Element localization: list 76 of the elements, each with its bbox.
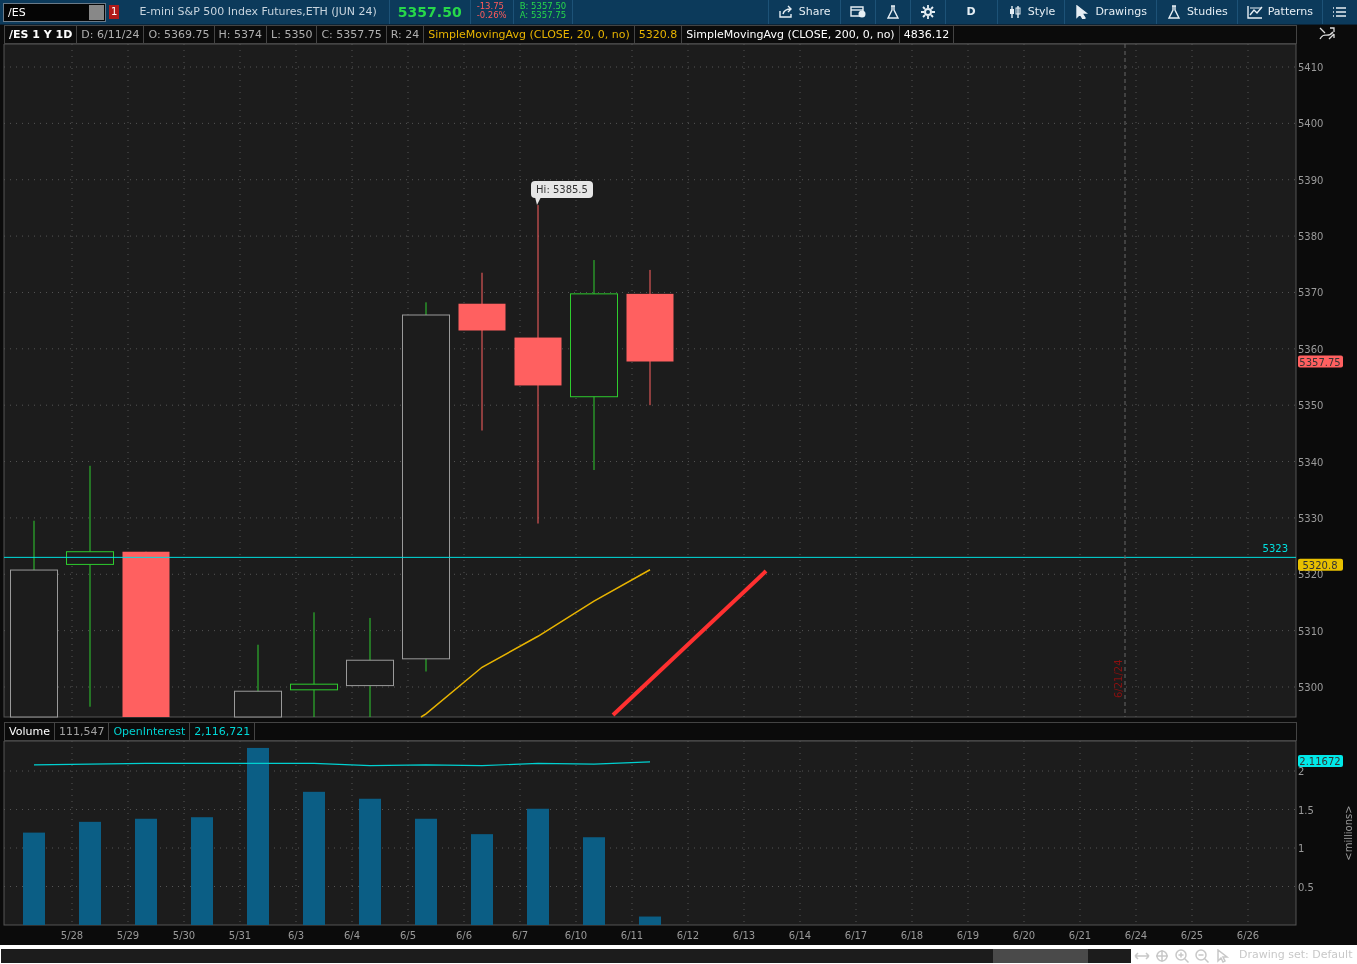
text-button[interactable]: D [944,0,997,24]
study-value-marker: 5320.8 [1298,558,1343,571]
price-axis-label: 5370 [1298,287,1324,299]
date-axis-label: 6/6 [455,930,473,941]
date-axis-label: 6/5 [399,930,417,941]
date-axis-label: 6/12 [676,930,700,941]
legend-item: SimpleMovingAvg (CLOSE, 200, 0, no) [681,25,900,44]
date-axis-label: 5/30 [172,930,196,941]
price-axis-label: 5380 [1298,231,1324,243]
pattern-icon [1246,5,1263,19]
date-axis-label: 5/28 [60,930,84,941]
date-axis-label: 6/18 [900,930,924,941]
ask-price: A: 5357.75 [519,11,567,20]
date-axis-label: 5/29 [116,930,140,941]
date-axis-label: 6/21 [1068,930,1092,941]
volume-axis-label: 2 [1298,766,1305,778]
price-axis-label: 5360 [1298,343,1324,355]
symbol-field[interactable]: /ES [3,2,106,22]
alert-icon [849,5,866,19]
style-button[interactable]: Style [996,0,1065,24]
open-interest-marker: 2.11672 [1298,755,1343,767]
link-badge[interactable]: 1 [109,5,120,19]
date-axis-label: 6/14 [788,930,812,941]
flask-icon [884,5,901,19]
drawings-button[interactable]: Drawings [1064,0,1156,24]
axis-unit-label: <millions> [1343,805,1354,861]
date-axis-label: 6/3 [287,930,305,941]
date-axis-label: 6/20 [1012,930,1036,941]
scroll-track[interactable] [1,948,1131,963]
bid-price: B: 5357.50 [519,2,567,11]
price-axis-label: 5310 [1298,625,1324,637]
price-axis-label: 5400 [1298,118,1324,130]
symbol-text: /ES [8,5,26,19]
volume-axis-label: 1.5 [1298,804,1314,816]
last-price-marker: 5357.75 [1298,355,1343,368]
date-axis-label: 6/10 [564,930,588,941]
high-callout: Hi: 5385.5 [531,181,593,206]
date-axis-label: 6/19 [956,930,980,941]
scroll-thumb[interactable] [993,948,1088,963]
volume-axis-label: 0.5 [1298,881,1314,893]
date-axis-label: 5/31 [228,930,252,941]
price-axis-label: 5410 [1298,62,1324,73]
cursor-icon [1074,5,1091,19]
expiration-label: 6/21/24 [1113,659,1124,698]
date-axis-label: 6/13 [732,930,756,941]
gear-icon [919,5,936,19]
flask-icon [1165,5,1182,19]
trend-line[interactable] [611,569,768,717]
share-button[interactable]: Share [767,0,840,24]
share-icon [777,5,794,19]
date-axis-label: 6/11 [620,930,644,941]
studies-button[interactable]: Studies [1155,0,1237,24]
menu-icon [1332,5,1348,19]
instrument-description: E-mini S&P 500 Index Futures,ETH (JUN 24) [127,0,390,24]
percent-change: -0.26% [476,11,507,20]
date-axis-label: 6/25 [1180,930,1204,941]
expand-icon[interactable] [1317,25,1337,42]
last-price: 5357.50 [396,3,463,22]
date-axis-label: 6/26 [1236,930,1260,941]
date-axis-label: 6/7 [511,930,529,941]
net-change: -13.75 [476,2,506,11]
dropdown-icon[interactable] [89,4,104,20]
price-axis-label: 5300 [1298,682,1324,693]
patterns-button[interactable]: Patterns [1236,0,1322,24]
price-axis-label: 5330 [1298,512,1324,524]
price-axis-label: 5340 [1298,456,1324,468]
price-axis-label: 5350 [1298,400,1324,412]
date-axis-label: 6/17 [844,930,868,941]
price-level-label: 5323 [1262,543,1288,555]
date-axis-label: 6/4 [343,930,361,941]
price-level-line[interactable] [3,556,1297,558]
price-axis-label: 5390 [1298,174,1324,186]
legend-item: SimpleMovingAvg (CLOSE, 20, 0, no) [423,25,635,44]
volume-axis-label: 1 [1298,843,1305,854]
date-axis-label: 6/24 [1124,930,1148,941]
price-axis-label: 5320 [1298,569,1324,581]
